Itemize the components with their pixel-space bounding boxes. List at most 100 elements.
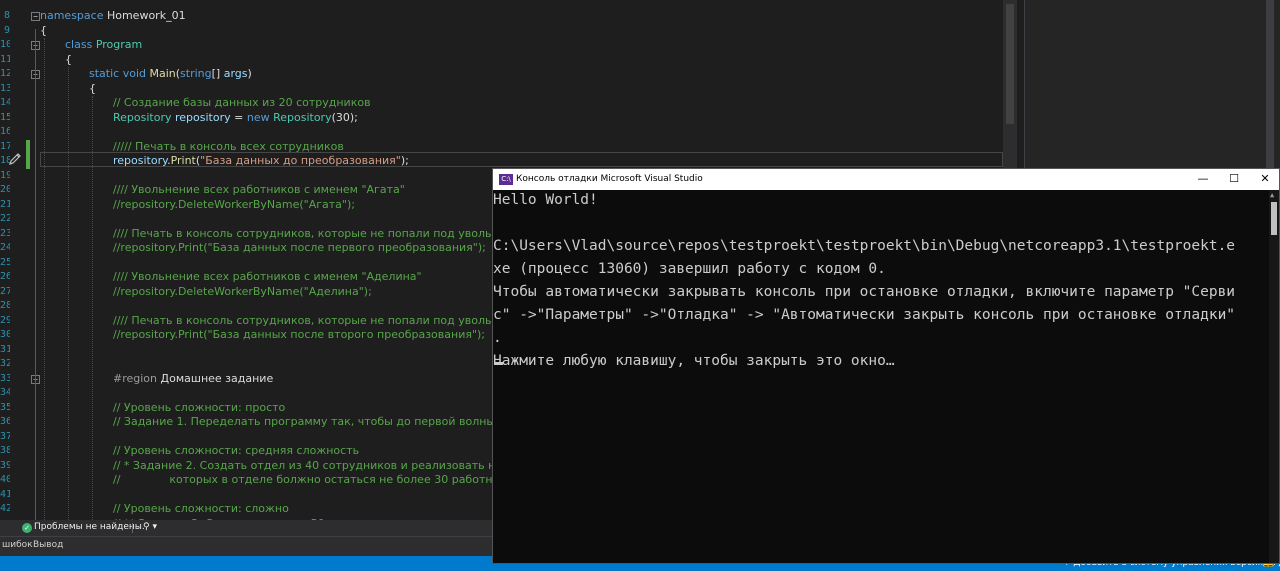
current-line-highlight (40, 152, 1003, 167)
line-number: 9 (3, 24, 10, 36)
code-line[interactable]: //repository.Print("База данных после пе… (113, 241, 486, 256)
code-token: // Уровень сложности: просто (113, 400, 286, 414)
line-number: 11 (0, 53, 10, 65)
line-number-gutter: 8 9 10 11 12 13 14 15 16 17 18 19 20 21 22 23 24 25 26 27 28… (0, 0, 40, 520)
code-token: { (89, 81, 96, 95)
code-line[interactable]: static void Main(string[] args) (89, 67, 252, 82)
code-line[interactable]: class Program (65, 38, 142, 53)
line-number: 24 (0, 242, 10, 253)
line-number: 37 (0, 430, 10, 442)
line-number: 35 (0, 401, 10, 413)
line-number: 13 (0, 82, 10, 94)
line-number: 34 (0, 387, 10, 398)
editor-scroll-thumb[interactable] (1006, 4, 1014, 124)
editor-vertical-scrollbar[interactable] (1003, 0, 1017, 170)
code-token: (30); (331, 110, 358, 124)
console-output-line: Hello World! (493, 192, 598, 208)
tab-error-list[interactable]: шибок (2, 540, 33, 550)
console-output-line: Нажмите любую клавишу, чтобы закрыть это… (493, 353, 895, 369)
code-token: new (246, 110, 270, 124)
code-line[interactable]: //repository.DeleteWorkerByName("Агата")… (113, 198, 355, 213)
line-number: 25 (0, 256, 10, 268)
line-number: 42 (0, 503, 10, 514)
close-button[interactable]: ✕ (1255, 171, 1275, 187)
code-line[interactable]: //// Увольнение всех работников с именем… (113, 270, 422, 285)
line-number: 26 (0, 271, 10, 282)
console-title-bar[interactable]: C:\ Консоль отладки Microsoft Visual Stu… (493, 169, 1279, 190)
minimize-button[interactable]: — (1193, 171, 1213, 187)
code-line[interactable]: Repository repository = new Repository(3… (113, 111, 358, 126)
console-scroll-thumb[interactable] (1271, 202, 1277, 235)
console-app-icon: C:\ (499, 174, 513, 185)
code-line[interactable]: namespace Homework_01 (40, 9, 186, 24)
line-number: 38 (0, 445, 10, 456)
code-line[interactable]: #region Домашнее задание (113, 372, 273, 387)
code-token: //repository.Print("База данных после пе… (113, 241, 486, 254)
code-token: #region (113, 371, 158, 385)
code-token: //repository.DeleteWorkerByName("Аделина… (113, 284, 372, 298)
code-line[interactable]: //repository.Print("База данных после вт… (113, 328, 485, 343)
filter-icon[interactable]: ⚲ ▾ (143, 522, 157, 532)
change-indicator (26, 139, 30, 169)
line-number: 31 (0, 343, 10, 355)
line-number: 40 (0, 474, 10, 485)
line-number: 16 (0, 126, 10, 137)
code-line[interactable]: // * Задание 2. Создать отдел из 40 сотр… (113, 459, 548, 474)
line-number: 10 (0, 39, 10, 50)
fold-region-line (35, 28, 36, 520)
line-number: 30 (0, 329, 10, 340)
bottom-tool-tabs: шибок Вывод (0, 536, 493, 556)
console-output-line: xe (процесс 13060) завершил работу с код… (493, 261, 886, 277)
line-number: 36 (0, 416, 10, 427)
code-token: Домашнее задание (157, 371, 274, 385)
tab-output[interactable]: Вывод (33, 540, 63, 550)
code-token: Repository (113, 110, 172, 124)
pencil-icon[interactable] (8, 152, 22, 166)
console-output[interactable]: Hello World! C:\Users\Vlad\source\repos\t… (493, 190, 1269, 563)
code-token: static (89, 67, 120, 80)
code-token: class (65, 38, 93, 51)
code-line[interactable]: // Уровень сложности: сложно (113, 502, 289, 517)
collapse-toggle-icon[interactable]: − (31, 12, 40, 21)
code-token: //// Печать в консоль сотрудников, котор… (113, 313, 527, 327)
check-circle-icon: ✓ (22, 523, 32, 533)
code-line[interactable]: { (89, 82, 96, 97)
line-number: 32 (0, 358, 10, 369)
side-panel-scrollbar[interactable] (1266, 0, 1274, 170)
line-number: 33 (0, 372, 10, 384)
console-output-line: с" ->"Параметры" ->"Отладка" -> "Автомат… (493, 307, 1236, 323)
code-line[interactable]: //repository.DeleteWorkerByName("Аделина… (113, 285, 372, 300)
code-token: [] (211, 67, 224, 80)
code-token: //// Увольнение всех работников с именем… (113, 183, 405, 196)
console-output-line: C:\Users\Vlad\source\repos\testproekt\te… (493, 238, 1236, 254)
debug-console-window[interactable]: C:\ Консоль отладки Microsoft Visual Stu… (492, 168, 1280, 564)
console-scrollbar[interactable]: ▲ (1269, 190, 1279, 563)
code-line[interactable]: //// Увольнение всех работников с именем… (113, 183, 405, 198)
line-number: 27 (0, 285, 10, 297)
code-token: Main (149, 67, 176, 80)
code-line[interactable]: //// Печать в консоль сотрудников, котор… (113, 314, 527, 329)
code-token: ///// Печать в консоль всех сотрудников (113, 139, 344, 153)
code-token: repository (175, 110, 231, 124)
code-line[interactable]: // Уровень сложности: просто (113, 401, 285, 416)
code-token: { (40, 23, 47, 37)
console-output-line: Чтобы автоматически закрывать консоль пр… (493, 284, 1236, 300)
indent-guide (68, 67, 69, 520)
code-line[interactable]: // которых в отделе болжно остаться не б… (113, 473, 520, 488)
maximize-button[interactable]: ☐ (1224, 171, 1244, 187)
console-output-line: . (493, 330, 502, 346)
line-number: 8 (3, 10, 10, 21)
code-line[interactable]: { (40, 24, 47, 39)
scroll-up-arrow-icon[interactable]: ▲ (1270, 191, 1274, 199)
code-line[interactable]: { (65, 53, 72, 68)
code-token: // Уровень сложности: сложно (113, 502, 289, 515)
code-token: namespace (40, 9, 104, 22)
line-number: 19 (0, 169, 10, 181)
code-line[interactable]: // Создание базы данных из 20 сотруднико… (113, 96, 371, 111)
code-line[interactable]: // Уровень сложности: средняя сложность (113, 444, 359, 459)
divider (132, 523, 133, 533)
code-token: ) (247, 67, 252, 80)
no-problems-text[interactable]: Проблемы не найдены. (34, 522, 145, 532)
side-panel (1024, 0, 1280, 170)
code-line[interactable]: //// Печать в консоль сотрудников, котор… (113, 227, 527, 242)
